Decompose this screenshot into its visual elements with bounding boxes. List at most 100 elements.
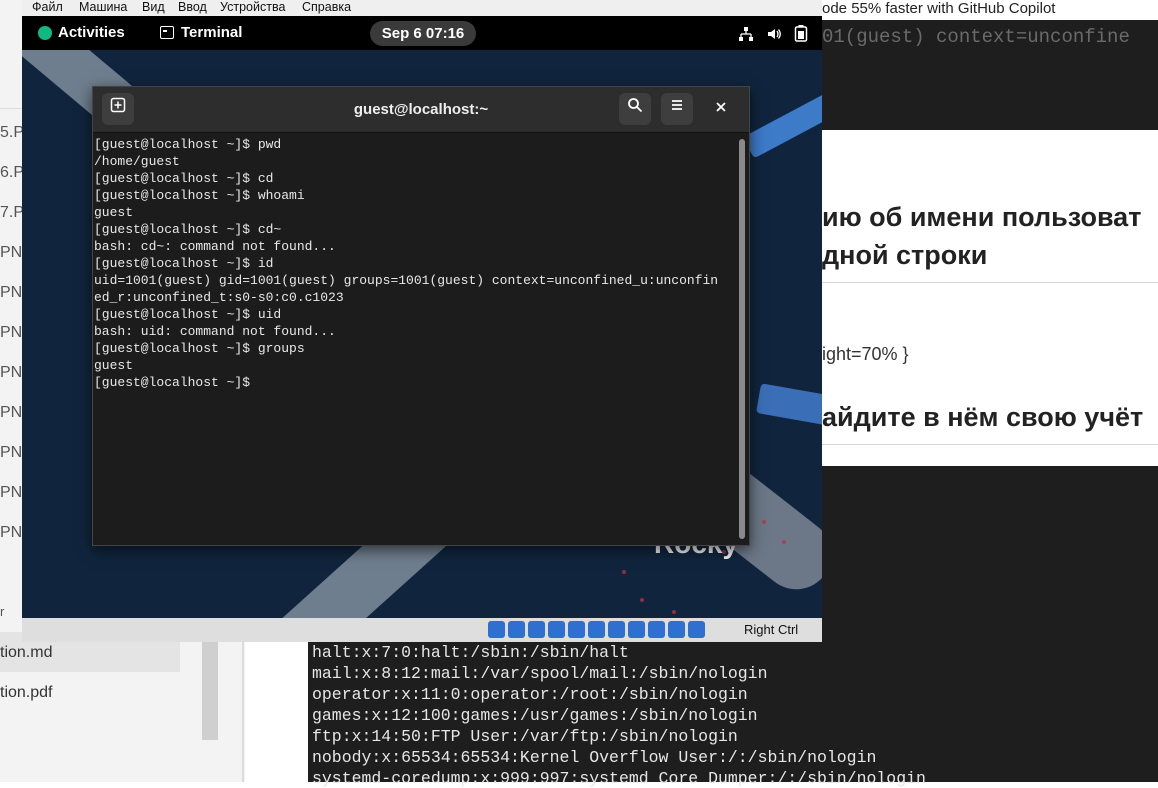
menu-help[interactable]: Справка [302,0,351,15]
activities-button[interactable]: Activities [38,24,125,41]
wallpaper-accent [742,85,822,159]
terminal-line: uid=1001(guest) gid=1001(guest) groups=1… [94,273,719,288]
app-menu-label: Terminal [181,24,243,41]
file-item[interactable]: PN [0,244,22,262]
code-line: halt:x:7:0:halt:/sbin:/sbin/halt [312,643,629,662]
terminal-line: /home/guest [94,154,180,169]
doc-heading: дной строки [822,240,988,270]
copilot-banner[interactable]: ode 55% faster with GitHub Copilot [822,0,1158,20]
hamburger-menu-icon [672,100,682,110]
code-line: mail:x:8:12:mail:/var/spool/mail:/sbin/n… [312,664,768,683]
menu-devices[interactable]: Устройства [220,0,285,15]
terminal-line: [guest@localhost ~]$ groups [94,341,305,356]
file-item[interactable]: PN [0,444,22,462]
file-item[interactable]: 5.P [0,124,24,142]
panel-scrollbar[interactable] [202,640,218,740]
code-line: nobody:x:65534:65534:Kernel Overflow Use… [312,748,877,767]
file-item[interactable]: PN [0,364,22,382]
wallpaper-accent [756,383,822,427]
folder-label: r [0,604,5,619]
hard-disk-icon[interactable] [488,621,505,638]
audio-icon[interactable] [528,621,545,638]
code-line: systemd-coredump:x:999:997:systemd Core … [312,769,926,788]
code-line: ftp:x:14:50:FTP User:/var/ftp:/sbin/nolo… [312,727,738,746]
mouse-integration-icon[interactable] [668,621,685,638]
display-icon[interactable] [608,621,625,638]
file-item[interactable]: PN [0,324,22,342]
doc-rule [822,444,1158,445]
terminal-line: guest [94,358,134,373]
menu-button[interactable] [661,93,693,125]
virtualization-icon[interactable] [648,621,665,638]
doc-text: ight=70% } [822,344,909,364]
wallpaper-dot [782,540,786,544]
host-key-label: Right Ctrl [744,622,799,637]
usb-icon[interactable] [568,621,585,638]
close-icon [716,102,726,112]
close-button[interactable] [705,93,737,125]
vm-status-bar: Right Ctrl [22,618,822,642]
terminal-line: bash: cd~: command not found... [94,239,336,254]
network-icon [738,26,754,47]
menu-file[interactable]: Файл [32,0,63,15]
doc-rule [822,282,1158,283]
terminal-line: [guest@localhost ~]$ cd~ [94,222,282,237]
terminal-window[interactable]: guest@localhost:~ [guest@localhost ~]$ p… [92,86,750,546]
file-item-pdf[interactable]: tion.pdf [0,684,52,702]
clock-button[interactable]: Sep 6 07:16 [370,21,476,46]
system-tray[interactable] [738,25,808,47]
file-item[interactable]: PN [0,404,22,422]
terminal-line: ed_r:unconfined_t:s0-s0:c0.c1023 [94,290,344,305]
file-item[interactable]: PN [0,524,22,542]
battery-icon [794,25,808,47]
rocky-logo-icon [38,25,52,40]
network-adapter-icon[interactable] [548,621,565,638]
gnome-desktop: Rocky guest@localhost:~ [guest@local [22,50,822,618]
terminal-line: [guest@localhost ~]$ pwd [94,137,282,152]
terminal-scrollbar[interactable] [739,139,745,539]
optical-drive-icon[interactable] [508,621,525,638]
vm-status-icons [488,621,705,638]
terminal-icon [160,26,174,39]
volume-icon [766,26,782,47]
wallpaper-dot [762,520,766,524]
host-editor-top: ode 55% faster with GitHub Copilot 01(gu… [822,0,1158,130]
file-item[interactable]: 7.P [0,204,24,222]
terminal-line: [guest@localhost ~]$ cd [94,171,274,186]
app-menu-terminal[interactable]: Terminal [160,24,242,41]
terminal-line: guest [94,205,134,220]
shared-folders-icon[interactable] [588,621,605,638]
terminal-output[interactable]: [guest@localhost ~]$ pwd /home/guest [gu… [93,133,737,543]
host-markdown-preview: ию об имени пользоват дной строки ight=7… [822,130,1158,466]
terminal-line: [guest@localhost ~]$ uid [94,307,282,322]
vm-menubar: Файл Машина Вид Ввод Устройства Справка [22,0,822,16]
host-passwd-listing: halt:x:7:0:halt:/sbin:/sbin/halt mail:x:… [308,640,926,788]
wallpaper-dot [622,570,626,574]
activities-label: Activities [58,24,125,41]
menu-machine[interactable]: Машина [79,0,127,15]
doc-heading: ию об имени пользоват [822,202,1142,232]
gnome-top-bar: Activities Terminal Sep 6 07:16 [22,16,822,50]
editor-edge [242,640,244,782]
terminal-prompt[interactable]: [guest@localhost ~]$ [94,374,737,391]
file-item[interactable]: PN [0,484,22,502]
keyboard-capture-icon[interactable] [688,621,705,638]
terminal-line: [guest@localhost ~]$ id [94,256,274,271]
code-line: games:x:12:100:games:/usr/games:/sbin/no… [312,706,758,725]
code-line: operator:x:11:0:operator:/root:/sbin/nol… [312,685,748,704]
menu-view[interactable]: Вид [142,0,165,15]
terminal-line: [guest@localhost ~]$ whoami [94,188,305,203]
search-icon [628,98,643,113]
file-item[interactable]: PN [0,284,22,302]
virtualbox-window: Файл Машина Вид Ввод Устройства Справка … [22,0,822,642]
search-button[interactable] [619,93,651,125]
file-item-md[interactable]: tion.md [0,644,52,662]
wallpaper-dot [640,598,644,602]
host-editor-bottom [822,466,1158,782]
terminal-headerbar[interactable]: guest@localhost:~ [93,87,749,133]
code-fragment: 01(guest) context=unconfine [822,26,1130,48]
file-item[interactable]: 6.P [0,164,24,182]
menu-input[interactable]: Ввод [178,0,207,15]
wallpaper-dot [672,610,676,614]
video-capture-icon[interactable] [628,621,645,638]
